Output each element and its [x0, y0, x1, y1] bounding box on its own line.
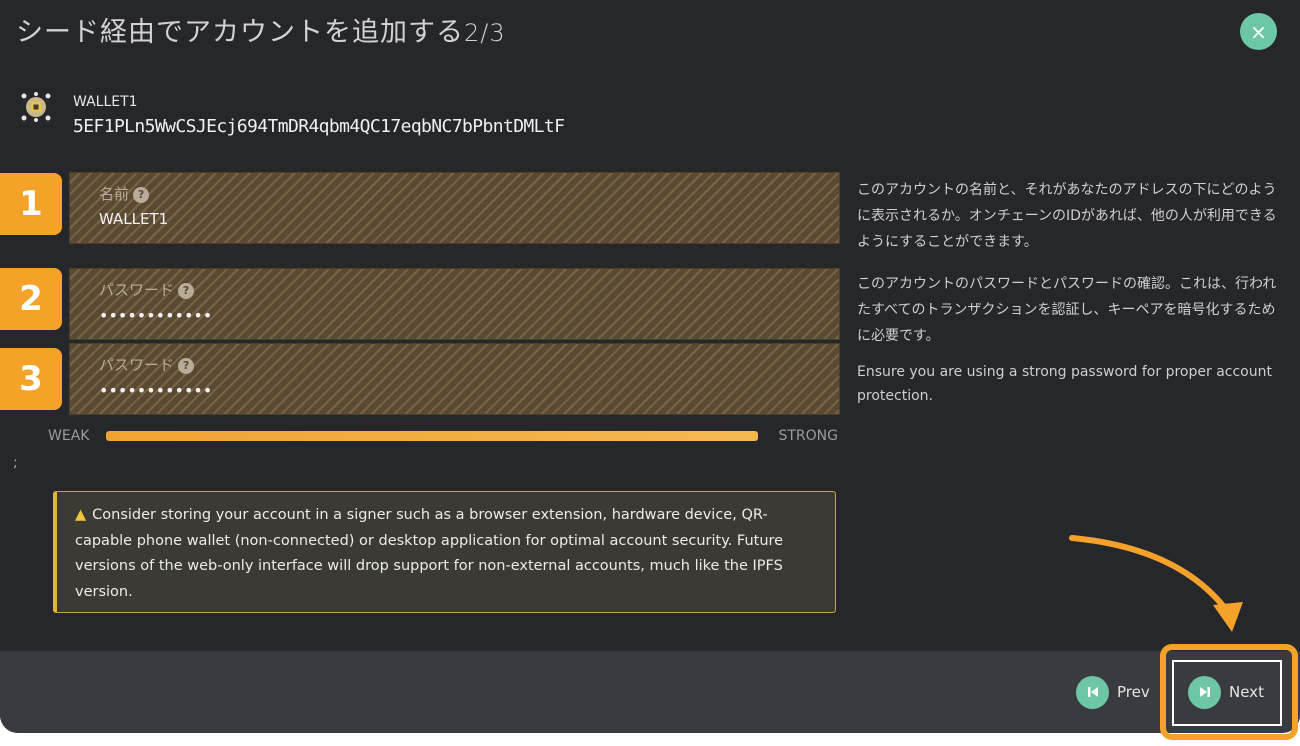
password-help-text: このアカウントのパスワードとパスワードの確認。これは、行われたすべてのトランザク… [857, 276, 1277, 344]
password-confirm-field[interactable]: パスワード? •••••••••••• [69, 343, 840, 415]
password-confirm-field-label: パスワード? [99, 354, 195, 375]
password-input[interactable]: •••••••••••• [99, 306, 212, 325]
warning-icon: ▲ [75, 507, 87, 523]
prev-button[interactable]: Prev [1076, 675, 1150, 709]
prev-label: Prev [1117, 683, 1150, 701]
name-input[interactable]: WALLET1 [99, 210, 168, 228]
warning-box: ▲ Consider storing your account in a sign… [53, 491, 836, 613]
strength-bar [106, 431, 758, 441]
stray-text: ; [13, 455, 18, 471]
help-icon[interactable]: ? [133, 187, 150, 203]
identicon-icon [21, 92, 51, 122]
name-field-label: 名前? [99, 183, 150, 204]
close-icon: × [1250, 19, 1267, 44]
strength-weak-label: WEAK [48, 428, 90, 444]
next-button[interactable]: Next [1188, 675, 1264, 709]
password-field-label: パスワード? [99, 279, 195, 300]
password-confirm-input[interactable]: •••••••••••• [99, 381, 212, 400]
name-help-text: このアカウントの名前と、それがあなたのアドレスの下にどのように表示されるか。オン… [857, 182, 1277, 250]
dialog-title: シード経由でアカウントを追加する2/3 [16, 17, 506, 48]
warning-text: Consider storing your account in a signe… [75, 507, 784, 600]
skip-back-icon [1076, 675, 1109, 709]
password-field[interactable]: パスワード? •••••••••••• [69, 268, 840, 340]
help-icon[interactable]: ? [178, 358, 195, 374]
password-strength-meter: WEAK STRONG [48, 428, 838, 446]
step-indicator: 2/3 [464, 19, 506, 47]
add-account-dialog: シード経由でアカウントを追加する2/3 × WALLET1 5EF1PLn5Ww… [0, 0, 1300, 733]
strong-password-hint: Ensure you are using a strong password f… [857, 364, 1272, 404]
account-name: WALLET1 [73, 94, 138, 110]
step-badge-2: 2 [0, 268, 62, 330]
next-label: Next [1229, 683, 1264, 701]
name-field[interactable]: 名前? WALLET1 [69, 172, 840, 244]
strength-strong-label: STRONG [778, 428, 838, 444]
step-badge-1: 1 [0, 173, 62, 235]
help-icon[interactable]: ? [178, 283, 195, 299]
account-address: 5EF1PLn5WwCSJEcj694TmDR4qbm4QC17eqbNC7bP… [73, 116, 565, 137]
step-badge-3: 3 [0, 348, 62, 410]
skip-forward-icon [1188, 675, 1221, 709]
close-button[interactable]: × [1240, 13, 1277, 50]
